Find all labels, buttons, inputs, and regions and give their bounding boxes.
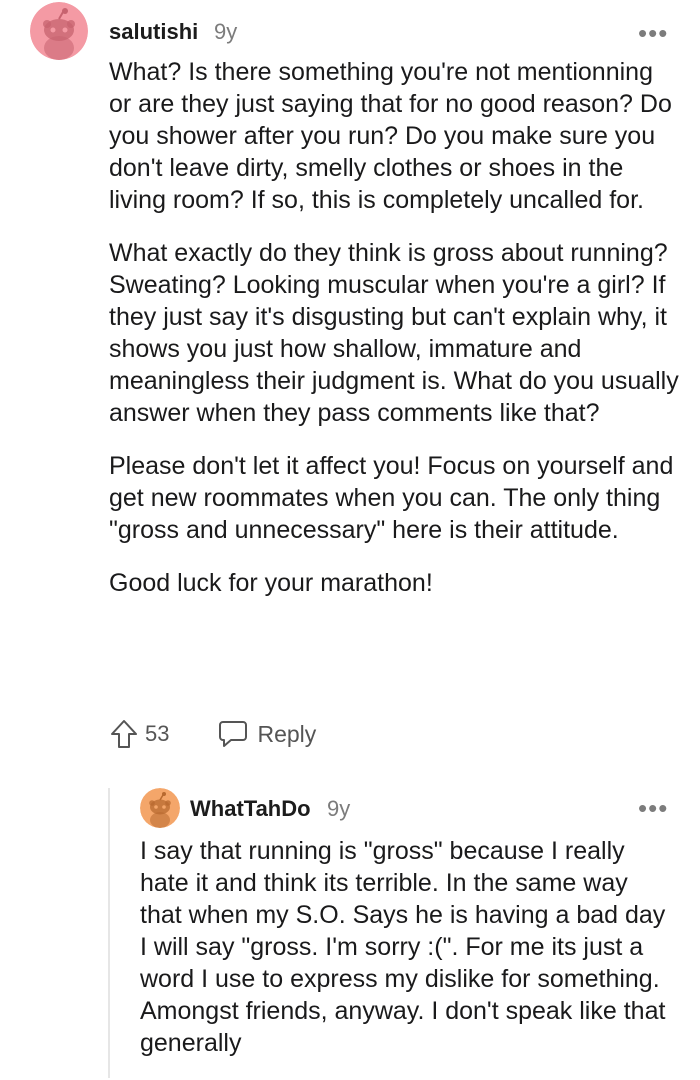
username[interactable]: salutishi bbox=[109, 19, 198, 45]
comment-body: What? Is there something you're not ment… bbox=[109, 56, 679, 620]
snoo-avatar-icon bbox=[140, 788, 180, 828]
comment-paragraph: Good luck for your marathon! bbox=[109, 569, 433, 597]
comment-paragraph: What? Is there something you're not ment… bbox=[109, 58, 672, 214]
comment-paragraph: Please don't let it affect you! Focus on… bbox=[109, 452, 674, 544]
comment-paragraph: What exactly do they think is gross abou… bbox=[109, 239, 679, 427]
vote-count: 53 bbox=[145, 721, 170, 746]
comment-age: 9y bbox=[327, 796, 351, 821]
comment-paragraph: I say that running is "gross" because I … bbox=[140, 837, 666, 1057]
more-options-icon[interactable]: ••• bbox=[638, 20, 668, 46]
thread-line[interactable] bbox=[108, 788, 110, 1078]
comment-actions: 53 Reply bbox=[109, 714, 316, 754]
avatar[interactable] bbox=[140, 788, 180, 828]
comment-body: I say that running is "gross" because I … bbox=[140, 835, 675, 1080]
reply-label: Reply bbox=[257, 720, 317, 747]
upvote-arrow-icon bbox=[111, 720, 137, 748]
username[interactable]: WhatTahDo bbox=[190, 796, 311, 822]
comment-age: 9y bbox=[214, 19, 238, 44]
avatar[interactable] bbox=[30, 2, 88, 60]
snoo-avatar-icon bbox=[30, 2, 88, 60]
reply-icon bbox=[219, 721, 248, 747]
more-options-icon[interactable]: ••• bbox=[638, 795, 668, 821]
upvote-button[interactable]: 53 bbox=[109, 718, 169, 750]
reply-button[interactable]: Reply bbox=[217, 719, 316, 749]
